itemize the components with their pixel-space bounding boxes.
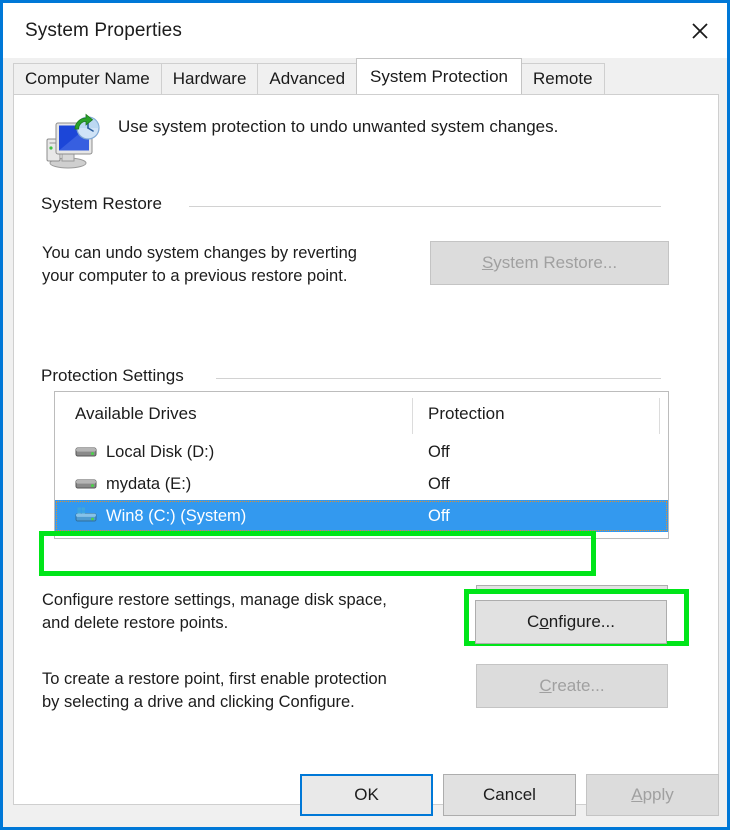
protection-settings-group-label: Protection Settings: [41, 366, 193, 386]
group-divider-rule: [216, 378, 661, 379]
tab-label: Remote: [533, 69, 593, 88]
column-divider: [659, 398, 660, 434]
button-label: Create...: [539, 676, 605, 695]
button-label: System Restore...: [481, 253, 618, 272]
drive-name-cell: mydata (E:): [55, 475, 412, 494]
table-row-selected[interactable]: Win8 (C:) (System) Off: [55, 500, 668, 532]
column-header-available-drives[interactable]: Available Drives: [55, 404, 412, 424]
tab-remote[interactable]: Remote: [521, 63, 605, 94]
tab-system-protection[interactable]: System Protection: [356, 58, 522, 94]
system-restore-group-label: System Restore: [41, 194, 171, 214]
page-header: Use system protection to undo unwanted s…: [14, 95, 718, 195]
description-line: Configure restore settings, manage disk …: [42, 591, 387, 609]
tab-strip: Computer Name Hardware Advanced System P…: [13, 58, 719, 94]
button-label: Apply: [631, 785, 674, 804]
column-divider: [412, 398, 413, 434]
button-label: OK: [354, 785, 379, 804]
hard-drive-icon: [75, 443, 97, 461]
tab-advanced[interactable]: Advanced: [257, 63, 358, 94]
drive-protection: Off: [428, 506, 450, 525]
configure-button-highlighted[interactable]: Configure...: [475, 600, 667, 644]
drive-protection: Off: [428, 474, 450, 493]
column-header-protection[interactable]: Protection: [412, 404, 668, 424]
configure-description: Configure restore settings, manage disk …: [42, 589, 462, 635]
drive-name: mydata (E:): [106, 474, 192, 493]
create-description: To create a restore point, first enable …: [42, 668, 472, 714]
description-line: by selecting a drive and clicking Config…: [42, 693, 355, 711]
dialog-footer: OK Cancel Apply: [3, 762, 727, 827]
system-restore-button[interactable]: System Restore...: [430, 241, 669, 285]
system-restore-description: You can undo system changes by reverting…: [42, 242, 442, 288]
drive-protection: Off: [428, 442, 450, 461]
close-button[interactable]: [673, 3, 727, 58]
system-protection-monitor-icon: [44, 113, 104, 171]
table-row[interactable]: Local Disk (D:) Off: [55, 436, 668, 468]
list-header-row: Available Drives Protection: [55, 392, 668, 436]
description-line: To create a restore point, first enable …: [42, 670, 387, 688]
group-divider-rule: [189, 206, 661, 207]
ok-button[interactable]: OK: [300, 774, 433, 816]
tab-label: Hardware: [172, 69, 247, 88]
button-label: Cancel: [483, 785, 536, 804]
hard-drive-icon: [75, 475, 97, 493]
tab-computer-name[interactable]: Computer Name: [13, 63, 162, 94]
available-drives-list[interactable]: Available Drives Protection Local Disk (…: [54, 391, 669, 539]
tab-label: Advanced: [269, 69, 346, 88]
page-description: Use system protection to undo unwanted s…: [118, 117, 559, 136]
title-bar: System Properties: [3, 0, 727, 58]
description-line: and delete restore points.: [42, 614, 229, 632]
description-line: your computer to a previous restore poin…: [42, 267, 348, 285]
description-line: You can undo system changes by reverting: [42, 244, 357, 262]
apply-button[interactable]: Apply: [586, 774, 719, 816]
button-label: Configure...: [527, 612, 615, 631]
tab-label: Computer Name: [25, 69, 150, 88]
system-drive-icon: [75, 507, 97, 525]
tab-hardware[interactable]: Hardware: [160, 63, 259, 94]
drive-name-cell: Local Disk (D:): [55, 443, 412, 462]
system-properties-window: System Properties Computer Name Hardware…: [0, 0, 730, 830]
close-icon: [690, 21, 710, 41]
cancel-button[interactable]: Cancel: [443, 774, 576, 816]
tab-label: System Protection: [370, 66, 508, 86]
drive-name-cell: Win8 (C:) (System): [55, 507, 412, 526]
create-button[interactable]: Create...: [476, 664, 668, 708]
tab-page-system-protection: Use system protection to undo unwanted s…: [13, 94, 719, 805]
window-title: System Properties: [25, 20, 182, 41]
drive-name: Local Disk (D:): [106, 442, 215, 461]
drive-name: Win8 (C:) (System): [106, 506, 247, 525]
table-row[interactable]: mydata (E:) Off: [55, 468, 668, 500]
